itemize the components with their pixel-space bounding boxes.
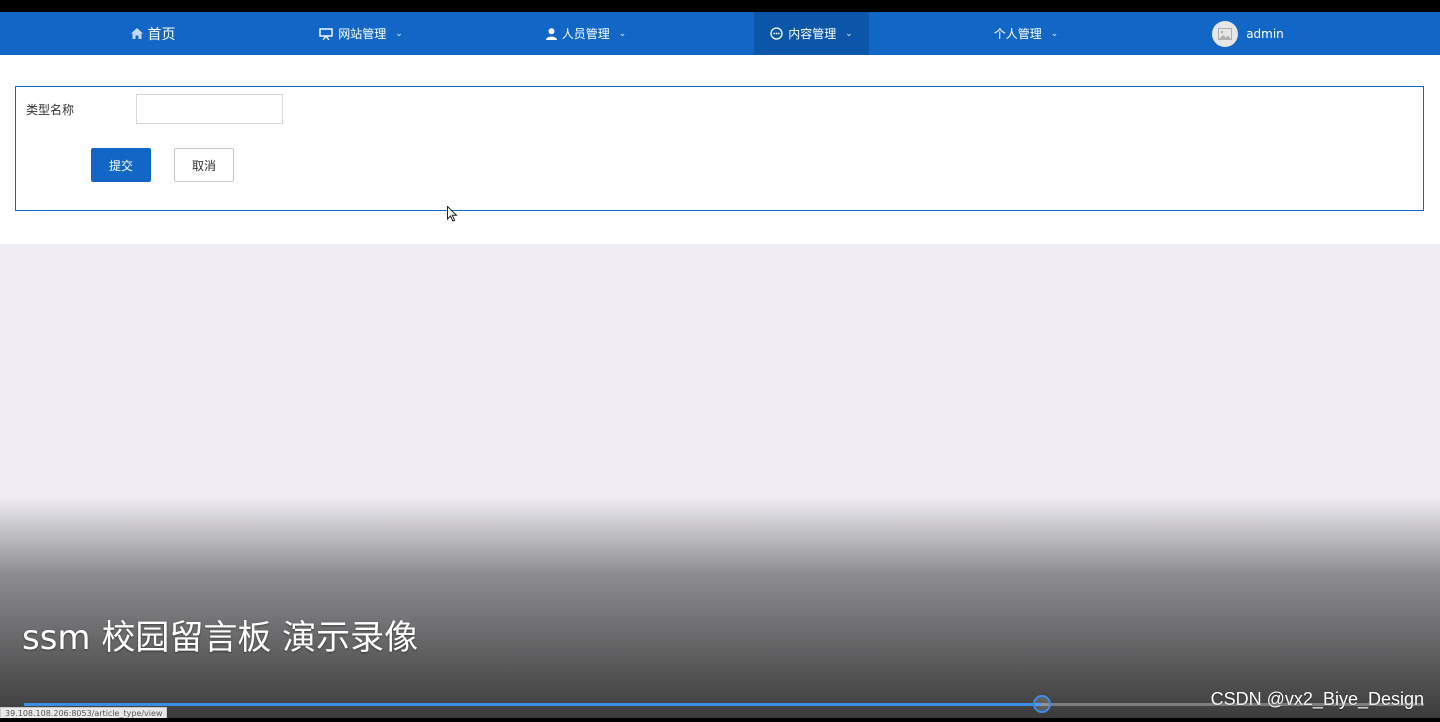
nav-content-management[interactable]: 内容管理 ⌄: [754, 12, 869, 55]
submit-button[interactable]: 提交: [91, 148, 151, 182]
watermark: CSDN @vx2_Biye_Design: [1210, 689, 1424, 709]
chevron-down-icon: ⌄: [395, 28, 403, 39]
video-caption: ssm 校园留言板 演示录像: [22, 618, 419, 658]
chevron-down-icon: ⌄: [845, 28, 853, 39]
nav-personal-label: 个人管理: [993, 27, 1042, 41]
video-overlay: [0, 497, 1440, 718]
app-frame: 首页 网站管理 ⌄ 人员管理 ⌄ 内容管理 ⌄ 个人管理 ⌄ admin 类型名…: [0, 12, 1440, 718]
nav-content-label: 内容管理: [788, 27, 837, 41]
home-icon: [130, 28, 143, 39]
video-progress-bar[interactable]: [24, 695, 1424, 713]
image-icon: [1218, 27, 1233, 40]
nav-site-management[interactable]: 网站管理 ⌄: [303, 12, 419, 55]
type-form: 类型名称 提交 取消: [15, 86, 1424, 211]
nav-user-label: admin: [1246, 26, 1284, 41]
nav-people-management[interactable]: 人员管理 ⌄: [527, 12, 645, 55]
nav-home[interactable]: 首页: [110, 12, 196, 55]
top-navbar: 首页 网站管理 ⌄ 人员管理 ⌄ 内容管理 ⌄ 个人管理 ⌄ admin: [0, 12, 1440, 55]
browser-status-url: 39.108.108.206:8053/article_type/view: [0, 707, 168, 718]
mouse-pointer-icon: [447, 205, 458, 226]
nav-people-label: 人员管理: [561, 27, 610, 41]
form-panel: 类型名称 提交 取消: [0, 55, 1440, 244]
chat-icon: [770, 27, 783, 40]
user-icon: [545, 27, 557, 40]
video-progress-handle[interactable]: [1032, 695, 1051, 713]
nav-home-label: 首页: [147, 26, 176, 43]
type-name-input[interactable]: [136, 94, 283, 124]
nav-site-label: 网站管理: [338, 27, 387, 41]
nav-user-menu[interactable]: admin: [1208, 12, 1288, 55]
nav-personal-management[interactable]: 个人管理 ⌄: [974, 12, 1078, 55]
type-name-label: 类型名称: [26, 103, 75, 117]
chevron-down-icon: ⌄: [1050, 28, 1059, 39]
video-progress-fill: [24, 703, 1042, 706]
avatar: [1212, 20, 1239, 47]
monitor-icon: [319, 27, 333, 40]
cancel-button[interactable]: 取消: [174, 148, 234, 182]
chevron-down-icon: ⌄: [618, 28, 627, 39]
